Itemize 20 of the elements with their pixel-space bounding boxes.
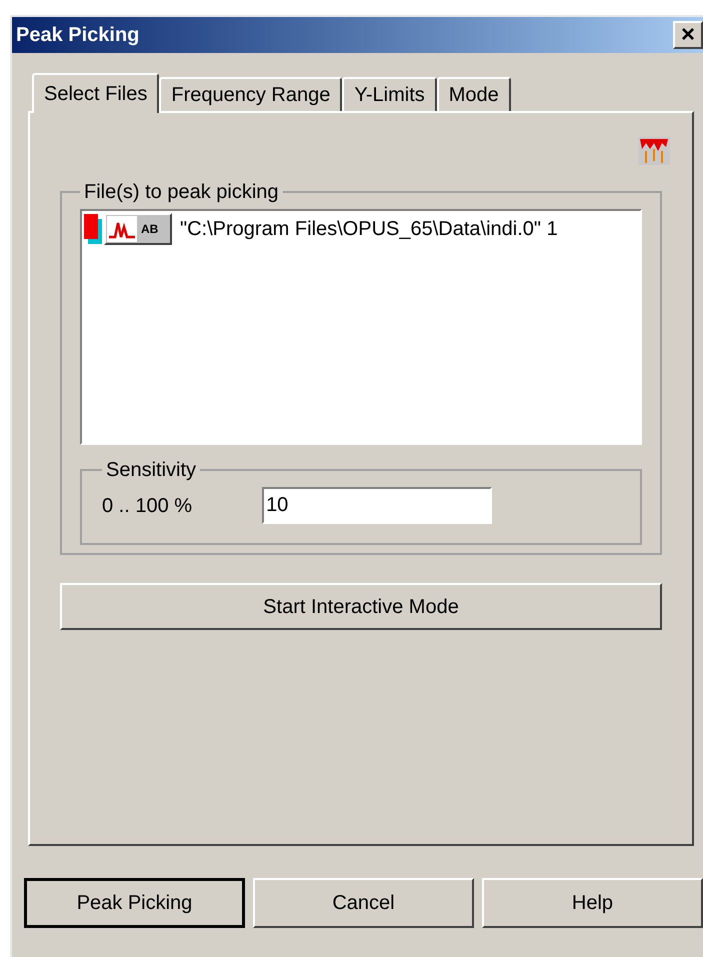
tab[interactable]: Frequency Range [159, 77, 342, 111]
group-title: Sensitivity [105, 458, 198, 483]
window-title: Peak Picking [16, 23, 140, 48]
dialog-button[interactable]: Cancel [253, 878, 474, 928]
close-button[interactable]: × [673, 21, 703, 49]
dialog-button[interactable]: Help [482, 878, 703, 928]
dialog-button[interactable]: Start Interactive Mode [60, 583, 662, 630]
file-list[interactable]: AB "C:\Program Files\OPUS_65\Data\indi.0" 1 [80, 209, 642, 445]
spectrum-icon [107, 216, 137, 242]
tab[interactable]: Mode [436, 77, 511, 111]
range-label: 0 .. 100 % [102, 494, 192, 518]
file-type-button[interactable]: AB [104, 213, 172, 245]
file-icon [84, 214, 102, 244]
sensitivity-input[interactable]: 10 [262, 487, 492, 524]
group-title: File(s) to peak picking [83, 180, 280, 205]
file-path: "C:\Program Files\OPUS_65\Data\indi.0" 1 [180, 217, 558, 242]
tab[interactable]: Y-Limits [342, 77, 437, 111]
dialog-button[interactable]: Peak Picking [24, 878, 245, 928]
peak-marker-icon [638, 137, 670, 165]
tab[interactable]: Select Files [32, 73, 160, 113]
